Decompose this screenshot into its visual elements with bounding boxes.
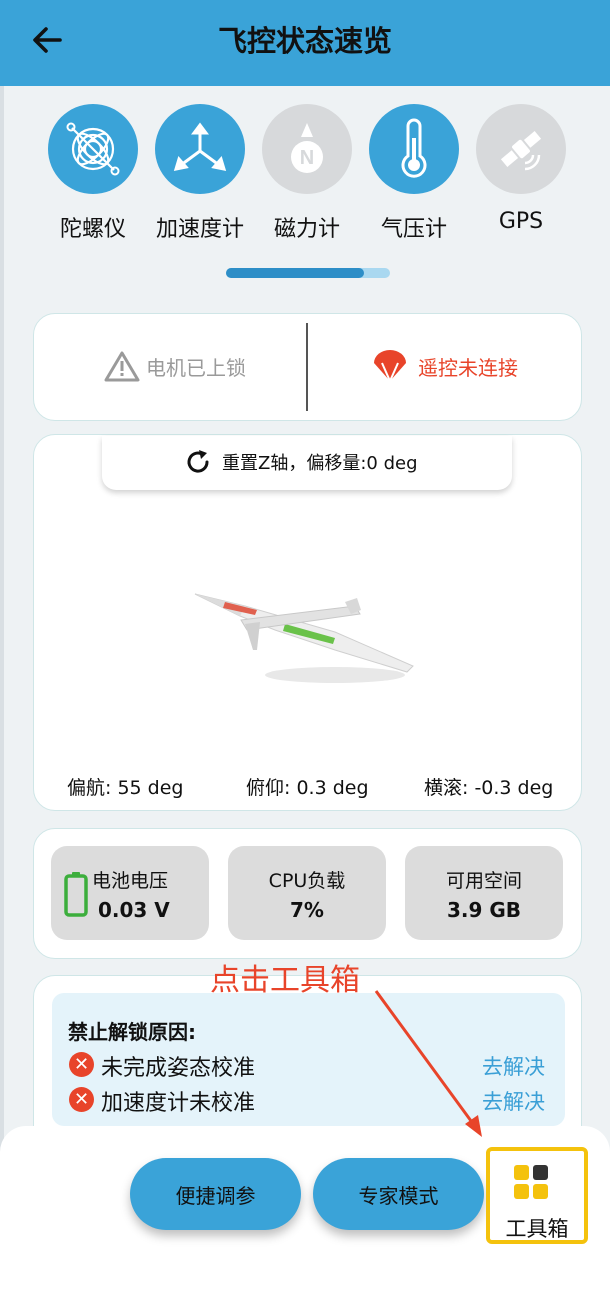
reset-z-axis-row: 重置Z轴，偏移量:0 deg	[184, 448, 418, 476]
sensor-label-accelerometer: 加速度计	[155, 217, 244, 242]
accelerometer-icon	[173, 122, 227, 171]
motor-lock-status: 电机已上锁	[104, 350, 246, 382]
arming-reasons-title: 禁止解锁原因:	[68, 1020, 196, 1044]
compass-icon: N	[291, 123, 323, 173]
remote-status: 遥控未连接	[372, 349, 518, 383]
reason-attitude-calibration: 未完成姿态校准	[101, 1056, 256, 1081]
sensor-accelerometer[interactable]	[155, 104, 245, 194]
free-space-value: 3.9 GB	[446, 898, 522, 922]
battery-voltage-value: 0.03 V	[98, 898, 170, 922]
battery-icon	[64, 872, 88, 917]
battery-voltage-label: 电池电压	[92, 870, 169, 892]
left-edge-strip	[0, 86, 4, 1294]
toolbox-label: 工具箱	[505, 1217, 569, 1241]
parachute-icon	[374, 350, 406, 383]
satellite-icon	[500, 131, 542, 171]
reason-accelerometer-calibration: 加速度计未校准	[101, 1091, 256, 1116]
quick-tune-label: 便捷调参	[175, 1183, 256, 1208]
warning-triangle-icon	[104, 351, 140, 382]
yaw-readout: 偏航: 55 deg	[67, 777, 184, 799]
status-divider	[306, 323, 308, 411]
refresh-icon	[187, 450, 209, 473]
pitch-readout: 俯仰: 0.3 deg	[246, 777, 369, 799]
page-title: 飞控状态速览	[217, 24, 392, 58]
cpu-load-label: CPU负载	[268, 870, 346, 892]
expert-mode-button[interactable]: 专家模式	[313, 1158, 484, 1230]
reset-z-axis-label: 重置Z轴，偏移量:0 deg	[222, 453, 418, 474]
page-indicator-fill	[226, 268, 364, 278]
instruction-annotation: 点击工具箱	[210, 963, 360, 998]
sensor-label-compass: 磁力计	[273, 217, 340, 242]
sensor-label-gyroscope: 陀螺仪	[59, 217, 126, 242]
error-x-icon: ✕	[69, 1052, 94, 1077]
svg-text:N: N	[300, 147, 314, 169]
quick-tune-button[interactable]: 便捷调参	[130, 1158, 301, 1230]
thermometer-icon	[401, 118, 427, 178]
sensor-compass[interactable]: N	[262, 104, 352, 194]
cpu-load-tile	[228, 846, 386, 940]
toolbox-grid-icon	[514, 1165, 548, 1199]
error-x-icon: ✕	[69, 1087, 94, 1112]
gyroscope-icon	[66, 122, 120, 176]
roll-readout: 横滚: -0.3 deg	[424, 777, 554, 799]
fix-accelerometer-calibration-link[interactable]: 去解决	[482, 1086, 545, 1116]
expert-mode-label: 专家模式	[358, 1183, 439, 1208]
free-space-tile	[405, 846, 563, 940]
sensor-barometer[interactable]	[369, 104, 459, 194]
sensor-gyroscope[interactable]	[48, 104, 138, 194]
free-space-label: 可用空间	[445, 870, 522, 892]
remote-status-text: 遥控未连接	[418, 355, 518, 380]
sensor-label-gps: GPS	[498, 209, 544, 234]
sensor-gps[interactable]	[476, 104, 566, 194]
fix-attitude-calibration-link[interactable]: 去解决	[482, 1051, 545, 1081]
aircraft-model-image	[194, 593, 414, 683]
annotation-arrow-icon	[374, 990, 482, 1137]
motor-lock-text: 电机已上锁	[146, 355, 246, 380]
cpu-load-value: 7%	[290, 898, 324, 922]
sensor-label-barometer: 气压计	[380, 217, 447, 242]
